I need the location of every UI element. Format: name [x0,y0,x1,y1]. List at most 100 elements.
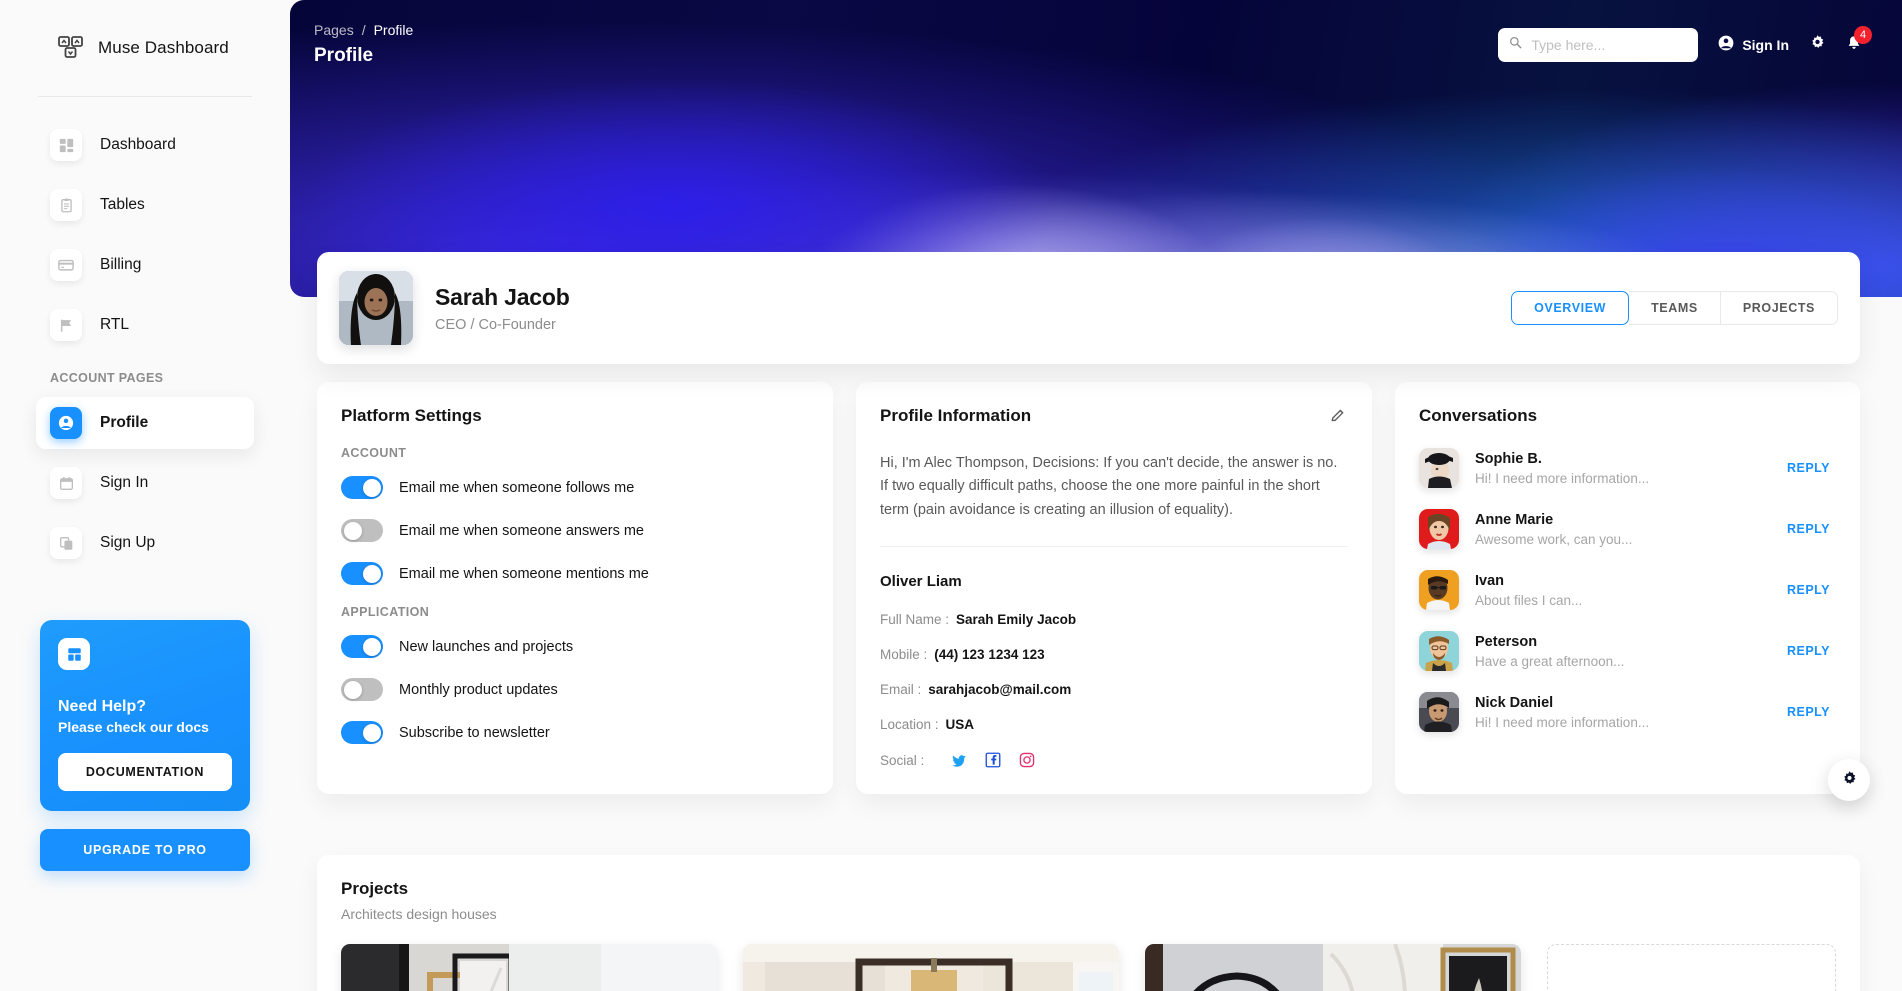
sign-in-label: Sign In [1742,37,1789,53]
sidebar-item-sign-up[interactable]: Sign Up [36,517,254,569]
reply-button[interactable]: REPLY [1781,579,1836,601]
avatar[interactable] [339,271,413,345]
avatar [1419,570,1459,610]
profile-header-card: Sarah Jacob CEO / Co-Founder OVERVIEW TE… [317,252,1860,364]
list-item[interactable]: Peterson Have a great afternoon... REPLY [1419,631,1836,671]
documentation-button[interactable]: DOCUMENTATION [58,753,232,792]
toggle-new-launches[interactable] [341,635,383,658]
conversation-name: Nick Daniel [1475,694,1554,711]
search-icon [1509,36,1522,54]
upgrade-to-pro-button[interactable]: UPGRADE TO PRO [40,829,250,871]
breadcrumb-parent[interactable]: Pages [314,22,354,38]
reply-button[interactable]: REPLY [1781,701,1836,723]
conversations-card: Conversations Sophie B. Hi! I need more … [1395,382,1860,795]
breadcrumb-current[interactable]: Profile [374,22,414,38]
breadcrumb-separator: / [361,22,366,38]
conversation-name: Sophie B. [1475,450,1542,467]
avatar [1419,448,1459,488]
field-full-name: Full Name : Sarah Emily Jacob [880,612,1348,627]
twitter-icon[interactable] [951,752,967,768]
instagram-icon[interactable] [1019,752,1035,768]
person-circle-icon [1718,35,1734,56]
conversation-text: Sophie B. Hi! I need more information... [1475,451,1765,486]
project-thumb-2[interactable] [743,944,1119,991]
setting-row: Email me when someone answers me [341,519,809,542]
settings-group-label-application: APPLICATION [341,605,430,619]
floating-settings-button[interactable] [1828,759,1870,801]
notification-badge: 4 [1854,25,1872,44]
avatar [1419,509,1459,549]
profile-sub-name: Oliver Liam [880,573,962,591]
breadcrumb: Pages / Profile [314,22,413,38]
search-input[interactable] [1531,37,1688,53]
projects-subtitle: Architects design houses [341,906,497,922]
sidebar-item-rtl[interactable]: RTL [36,299,254,351]
tab-overview[interactable]: OVERVIEW [1511,291,1630,325]
toggle-monthly-updates[interactable] [341,678,383,701]
conversation-message: Hi! I need more information... [1475,470,1650,486]
conversation-message: About files I can... [1475,592,1583,608]
sidebar-item-label: Billing [100,256,142,273]
pencil-icon[interactable] [1328,406,1348,431]
projects-grid [341,944,1836,991]
list-item[interactable]: Ivan About files I can... REPLY [1419,570,1836,610]
sidebar-item-dashboard[interactable]: Dashboard [36,119,254,171]
reply-button[interactable]: REPLY [1781,640,1836,662]
project-thumb-3[interactable] [1145,944,1521,991]
card-header: Profile Information [880,406,1348,431]
toggle-email-follows[interactable] [341,476,383,499]
sidebar-item-sign-in[interactable]: Sign In [36,457,254,509]
toggle-email-mentions[interactable] [341,562,383,585]
help-card-title: Need Help? [58,698,147,715]
setting-row: Email me when someone follows me [341,476,809,499]
sidebar: Muse Dashboard Dashboard Tables Billing … [0,0,290,991]
toggle-subscribe-newsletter[interactable] [341,721,383,744]
reply-button[interactable]: REPLY [1781,457,1836,479]
field-value: sarahjacob@mail.com [928,682,1072,698]
conversation-text: Peterson Have a great afternoon... [1475,634,1765,669]
brand-name: Muse Dashboard [98,38,229,57]
sidebar-item-billing[interactable]: Billing [36,239,254,291]
topbar-left: Pages / Profile Profile [314,22,413,67]
sidebar-item-label: Sign In [100,474,149,491]
notifications-button[interactable]: 4 [1846,25,1872,56]
field-value: Sarah Emily Jacob [956,612,1077,628]
brand[interactable]: Muse Dashboard [20,0,270,96]
setting-label: New launches and projects [399,638,574,655]
cards-row: Platform Settings ACCOUNT Email me when … [317,382,1860,795]
field-value: (44) 123 1234 123 [934,647,1045,663]
toggle-email-answers[interactable] [341,519,383,542]
sidebar-item-tables[interactable]: Tables [36,179,254,231]
help-card: Need Help? Please check our docs DOCUMEN… [40,620,250,812]
project-add-placeholder[interactable] [1547,944,1836,991]
sidebar-nav: Dashboard Tables Billing RTL ACCOUNT PAG… [20,119,270,569]
card-title: Conversations [1419,406,1538,425]
setting-label: Email me when someone answers me [399,522,644,539]
card-title: Profile Information [880,406,1032,425]
setting-row: New launches and projects [341,635,809,658]
settings-gear-button[interactable] [1809,34,1826,56]
list-item[interactable]: Nick Daniel Hi! I need more information.… [1419,692,1836,732]
list-item[interactable]: Anne Marie Awesome work, can you... REPL… [1419,509,1836,549]
sign-in-button[interactable]: Sign In [1718,35,1789,56]
facebook-icon[interactable] [985,752,1001,768]
setting-label: Email me when someone follows me [399,479,635,496]
setting-label: Email me when someone mentions me [399,565,649,582]
search-box[interactable] [1498,28,1699,62]
list-item[interactable]: Sophie B. Hi! I need more information...… [1419,448,1836,488]
project-thumb-1[interactable] [341,944,717,991]
setting-label: Monthly product updates [399,681,558,698]
tab-projects[interactable]: PROJECTS [1720,291,1838,325]
calendar-icon [50,467,82,499]
projects-card: Projects Architects design houses [317,855,1860,991]
tab-teams[interactable]: TEAMS [1629,291,1721,325]
person-circle-icon [50,407,82,439]
setting-row: Email me when someone mentions me [341,562,809,585]
muse-logo-icon [58,35,84,61]
reply-button[interactable]: REPLY [1781,518,1836,540]
sidebar-item-profile[interactable]: Profile [36,397,254,449]
sidebar-item-label: Sign Up [100,534,156,551]
gear-icon [1809,34,1826,56]
social-row: Social : [880,752,1348,768]
tables-icon [50,189,82,221]
